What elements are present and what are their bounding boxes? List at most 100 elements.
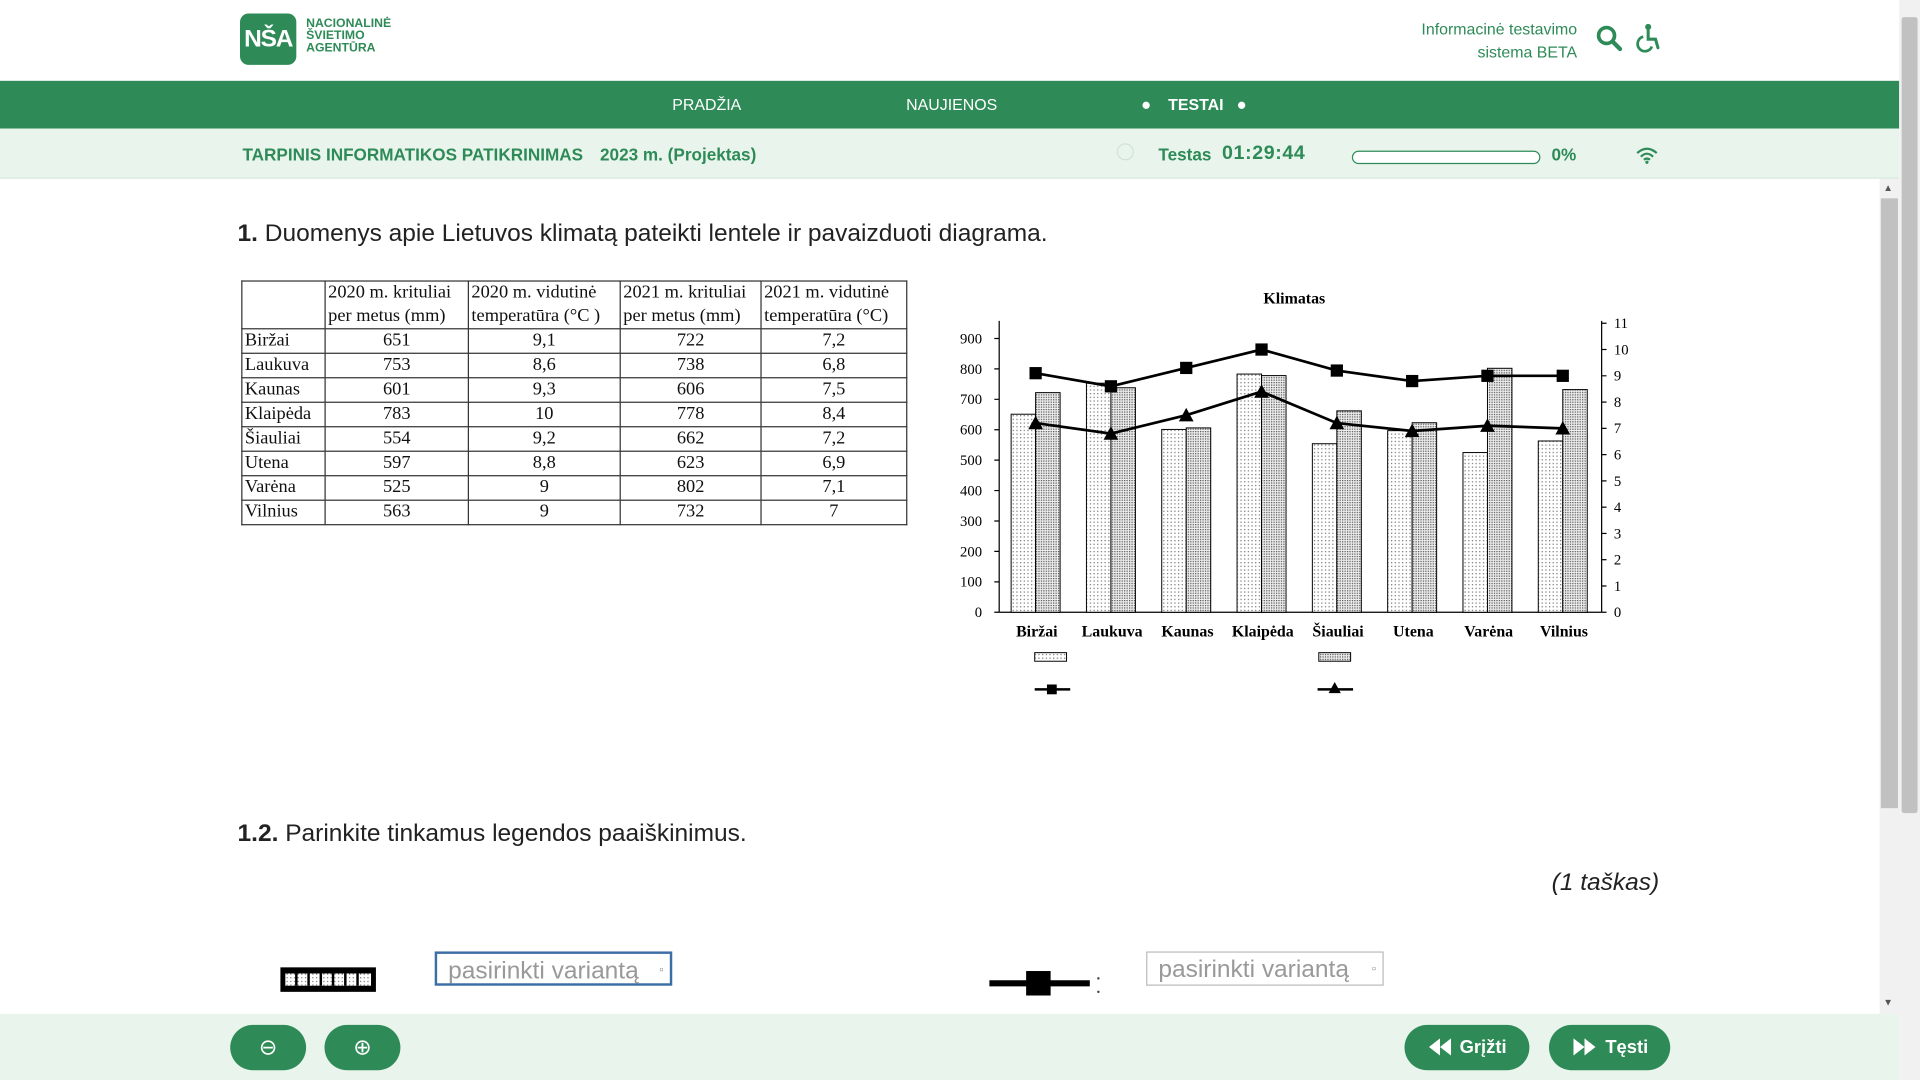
table-cell: 7,5 — [760, 377, 908, 403]
nav-item-pradzia[interactable]: PRADŽIA — [672, 81, 741, 129]
bar-2020-precip — [1462, 452, 1488, 613]
left-tick-label: 200 — [960, 544, 982, 560]
content-scroll-thumb[interactable] — [1880, 198, 1898, 809]
test-version: 2023 m. (Projektas) — [600, 144, 757, 165]
logo-text: NACIONALINĖ ŠVIETIMO AGENTŪRA — [306, 18, 416, 55]
nav-item-testai[interactable]: TESTAI — [1168, 81, 1223, 129]
content-scrollbar[interactable]: ▲ ▼ — [1879, 178, 1900, 1014]
subquestion-text: Parinkite tinkamus legendos paaiškinimus… — [285, 820, 747, 848]
table-cell: 802 — [619, 475, 762, 501]
nav-active-dot-left — [1142, 101, 1150, 109]
main-nav: PRADŽIA NAUJIENOS TESTAI — [0, 80, 1900, 129]
table-cell: 7 — [760, 499, 908, 526]
back-button[interactable]: Grįžti — [1404, 1024, 1530, 1071]
next-button-label: Tęsti — [1605, 1037, 1649, 1058]
category-label: Varėna — [1464, 624, 1513, 641]
left-tick-label: 300 — [960, 514, 982, 530]
table-row: Vilnius 563 9 732 7 — [241, 499, 908, 526]
table-cell: 563 — [324, 499, 469, 526]
zoom-in-icon: ⊕ — [353, 1034, 372, 1060]
table-cell: 9,1 — [467, 328, 621, 354]
point-2020-temp — [1029, 367, 1042, 380]
wifi-icon — [1636, 147, 1658, 164]
system-info-line-2: sistema BETA — [1477, 42, 1578, 62]
right-tick-label: 4 — [1614, 500, 1622, 516]
right-tick-label: 9 — [1614, 369, 1621, 385]
category-label: Klaipėda — [1232, 624, 1294, 641]
climate-chart: Klimatas 0 100 200 300 400 500 600 700 800 900 0 1 2… — [960, 291, 1629, 695]
table-cell: 6,8 — [760, 352, 908, 379]
zoom-out-button[interactable]: ⊖ — [230, 1024, 307, 1071]
page-scroll-thumb[interactable] — [1901, 17, 1918, 814]
table-row-label: Klaipėda — [241, 401, 326, 428]
system-info: Informacinė testavimo sistema BETA — [1421, 17, 1577, 64]
progress-bar — [1351, 150, 1541, 165]
left-tick-label: 0 — [975, 605, 982, 621]
table-row: Biržai 651 9,1 722 7,2 — [241, 328, 908, 354]
table-row-label: Kaunas — [241, 377, 326, 403]
legend-swatch-bar-1 — [1034, 652, 1068, 662]
table-cell: 525 — [324, 475, 469, 501]
category-label: Biržai — [1016, 624, 1058, 641]
table-cell: 9 — [467, 499, 621, 526]
chart-title: Klimatas — [1263, 291, 1325, 308]
bar-2021-precip — [1110, 387, 1136, 613]
left-tick-label: 900 — [960, 331, 982, 347]
table-header-cell: 2020 m. vidutinė temperatūra (°C ) — [467, 280, 621, 330]
left-tick-label: 100 — [960, 575, 982, 591]
logo-line-3: AGENTŪRA — [306, 41, 376, 56]
bar-2021-precip — [1411, 422, 1438, 613]
right-tick-label: 0 — [1614, 605, 1621, 621]
rewind-icon — [1428, 1025, 1453, 1070]
page-scrollbar[interactable] — [1899, 0, 1920, 1080]
right-tick-label: 11 — [1614, 316, 1628, 332]
table-cell: 8,4 — [760, 401, 908, 428]
bar-2021-precip — [1562, 389, 1588, 613]
left-tick-label: 600 — [960, 423, 982, 439]
scroll-down-icon[interactable]: ▼ — [1883, 997, 1893, 1008]
left-tick-label: 400 — [960, 483, 982, 499]
table-cell: 8,8 — [467, 450, 621, 477]
question-text: Duomenys apie Lietuvos klimatą pateikti … — [264, 220, 1048, 248]
test-title: TARPINIS INFORMATIKOS PATIKRINIMAS — [242, 144, 584, 165]
right-tick-label: 10 — [1614, 342, 1629, 358]
clock-icon — [1116, 143, 1134, 161]
table-cell: 623 — [619, 450, 762, 477]
legend-select-1[interactable]: pasirinkti variantą ▫ — [434, 951, 673, 986]
test-status-bar: TARPINIS INFORMATIKOS PATIKRINIMAS 2023 … — [0, 128, 1900, 179]
next-button[interactable]: Tęsti — [1548, 1024, 1671, 1071]
progress-percent: 0% — [1551, 144, 1577, 165]
bar-2021-precip — [1185, 427, 1212, 613]
legend-select-2[interactable]: pasirinkti variantą ▫ — [1146, 951, 1384, 986]
table-row: Laukuva 753 8,6 738 6,8 — [241, 352, 908, 379]
category-label: Kaunas — [1161, 624, 1213, 641]
search-icon[interactable] — [1596, 24, 1623, 52]
bar-2021-precip — [1261, 375, 1287, 613]
right-tick-label: 6 — [1614, 448, 1621, 464]
zoom-in-button[interactable]: ⊕ — [324, 1024, 401, 1071]
table-cell: 597 — [324, 450, 469, 477]
left-tick-label: 500 — [960, 453, 982, 469]
table-row: Kaunas 601 9,3 606 7,5 — [241, 377, 908, 403]
scroll-up-icon[interactable]: ▲ — [1883, 182, 1893, 193]
legend-select-1-placeholder: pasirinkti variantą — [448, 957, 639, 985]
bar-2021-precip — [1486, 367, 1513, 613]
table-header-cell: 2021 m. vidutinė temperatūra (°C) — [760, 280, 908, 330]
table-cell: 554 — [324, 426, 469, 452]
climate-table: 2020 m. krituliai per metus (mm) 2020 m.… — [241, 280, 908, 526]
question-number: 1. — [237, 220, 258, 248]
nsa-logo[interactable]: NŠA — [240, 13, 297, 65]
table-cell: 778 — [619, 401, 762, 428]
nav-item-naujienos[interactable]: NAUJIENOS — [906, 81, 997, 129]
accessibility-icon[interactable] — [1635, 23, 1662, 53]
category-label: Šiauliai — [1312, 622, 1364, 641]
point-2020-temp — [1255, 343, 1268, 356]
question-title: 1. Duomenys apie Lietuvos klimatą pateik… — [238, 220, 1048, 248]
table-cell: 7,1 — [760, 475, 908, 501]
point-2020-temp — [1481, 369, 1494, 382]
legend-line-swatch-image — [989, 971, 1100, 996]
right-tick-label: 3 — [1614, 526, 1621, 542]
bar-2020-precip — [1387, 430, 1413, 613]
left-tick-label: 800 — [960, 362, 982, 378]
table-row: Klaipėda 783 10 778 8,4 — [241, 401, 908, 428]
